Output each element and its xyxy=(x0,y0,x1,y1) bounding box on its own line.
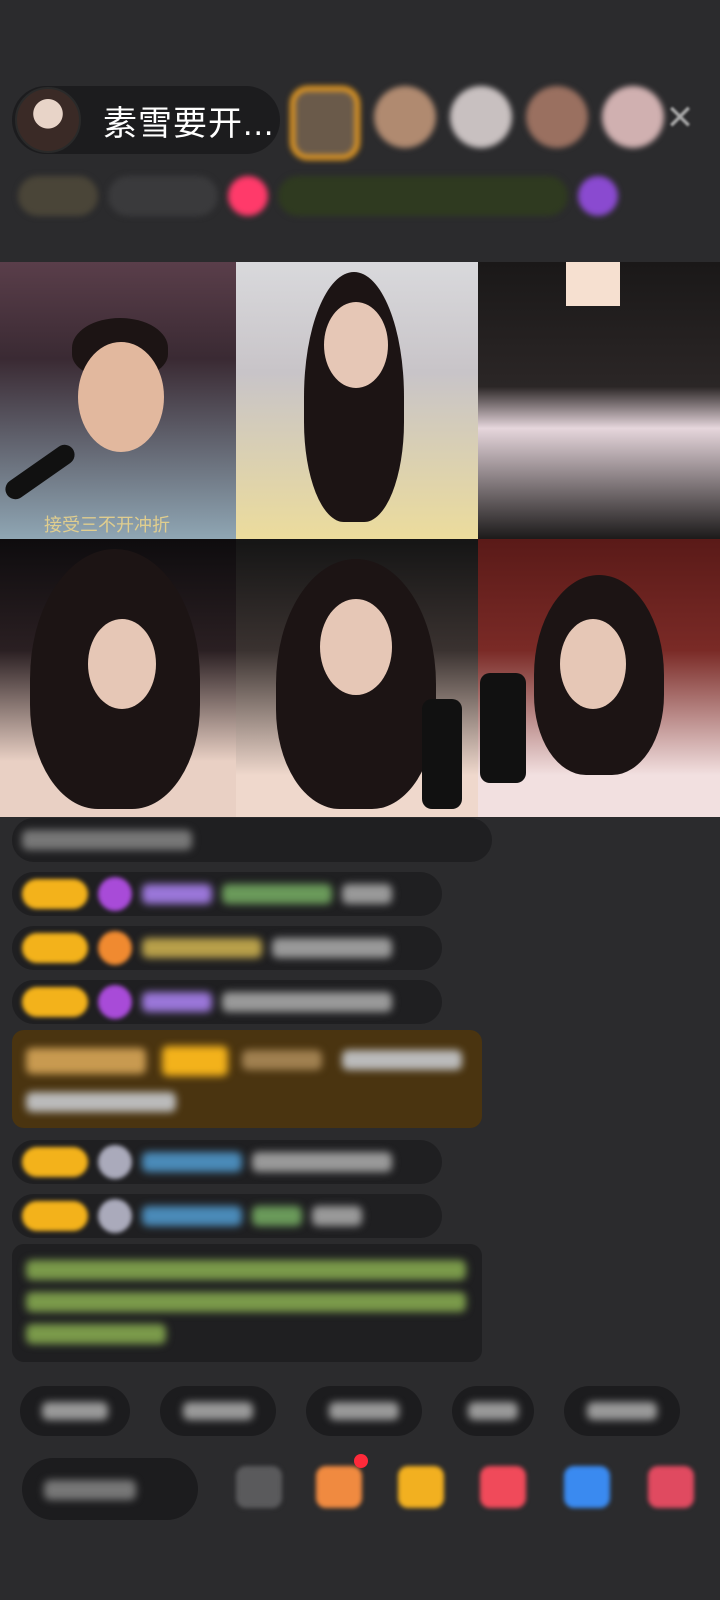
system-notice xyxy=(12,1244,482,1362)
host-avatar-icon[interactable] xyxy=(15,87,81,153)
live-indicator-icon[interactable] xyxy=(228,176,268,216)
video-cell-5[interactable] xyxy=(236,539,478,817)
viewer-avatar[interactable] xyxy=(290,86,360,160)
chat-text xyxy=(222,992,392,1012)
gift-message[interactable] xyxy=(12,1030,482,1128)
chat-message[interactable] xyxy=(12,980,442,1024)
video-cell-6[interactable] xyxy=(478,539,720,817)
video-cell-4[interactable] xyxy=(0,539,236,817)
info-row xyxy=(18,172,702,220)
quick-reply-chip[interactable] xyxy=(564,1386,680,1436)
rank-chip[interactable] xyxy=(18,176,98,216)
level-badge xyxy=(22,1147,88,1177)
chat-text xyxy=(22,830,192,850)
host-info-pill[interactable]: 素雪要开... xyxy=(12,86,280,154)
gift-box-icon[interactable] xyxy=(398,1466,444,1508)
chat-text xyxy=(252,1206,302,1226)
chat-message[interactable] xyxy=(12,872,442,916)
gift-badge xyxy=(162,1046,228,1076)
chat-message[interactable] xyxy=(12,818,492,862)
viewer-avatar-list[interactable] xyxy=(290,86,664,160)
user-avatar-icon xyxy=(98,1145,132,1179)
message-icon[interactable] xyxy=(564,1466,610,1508)
viewer-avatar[interactable] xyxy=(450,86,512,148)
notice-text xyxy=(26,1260,466,1280)
microphone-icon xyxy=(422,699,462,809)
multi-guest-video-grid: 接受三不开冲折 xyxy=(0,262,720,817)
guest-face xyxy=(324,302,388,388)
video-caption: 接受三不开冲折 xyxy=(44,515,170,535)
viewer-avatar[interactable] xyxy=(526,86,588,148)
quick-reply-chip[interactable] xyxy=(160,1386,276,1436)
notification-dot xyxy=(354,1454,368,1468)
chat-text xyxy=(272,938,392,958)
comment-input[interactable] xyxy=(22,1458,198,1520)
chat-username xyxy=(142,992,212,1012)
chat-message[interactable] xyxy=(12,1140,442,1184)
level-badge xyxy=(22,933,88,963)
level-badge xyxy=(22,1201,88,1231)
hour-rank-chip[interactable] xyxy=(108,176,218,216)
viewer-avatar[interactable] xyxy=(374,86,436,148)
video-cell-1[interactable]: 接受三不开冲折 xyxy=(0,262,236,539)
guest-face xyxy=(560,619,626,709)
chat-text xyxy=(342,1050,462,1070)
diamond-icon xyxy=(98,985,132,1019)
gift-icon[interactable] xyxy=(316,1466,362,1508)
user-avatar-icon xyxy=(98,1199,132,1233)
notice-text xyxy=(26,1324,166,1344)
chat-username xyxy=(142,1152,242,1172)
viewer-avatar[interactable] xyxy=(602,86,664,148)
chat-text xyxy=(26,1092,176,1112)
chat-username xyxy=(142,1206,242,1226)
close-icon[interactable]: ✕ xyxy=(660,98,700,138)
guest-face xyxy=(88,619,156,709)
chat-username xyxy=(142,884,212,904)
heart-gift-icon[interactable] xyxy=(480,1466,526,1508)
bottom-toolbar xyxy=(0,1452,720,1532)
video-cell-3[interactable] xyxy=(478,262,720,539)
chat-text xyxy=(222,884,332,904)
notice-text xyxy=(26,1292,466,1312)
level-badge xyxy=(22,987,88,1017)
microphone-icon xyxy=(1,440,79,504)
guest-face xyxy=(320,599,392,695)
level-badge xyxy=(22,879,88,909)
box-icon[interactable] xyxy=(236,1466,282,1508)
guest-face xyxy=(78,342,164,452)
announcement-chip[interactable] xyxy=(278,176,568,216)
quick-reply-chip[interactable] xyxy=(20,1386,130,1436)
lamp-icon xyxy=(566,262,620,306)
chat-username xyxy=(242,1050,322,1070)
chat-text xyxy=(252,1152,392,1172)
quick-reply-chip[interactable] xyxy=(452,1386,534,1436)
more-icon[interactable] xyxy=(578,176,618,216)
chat-text xyxy=(342,884,392,904)
quick-reply-row xyxy=(20,1386,680,1436)
chat-message[interactable] xyxy=(12,1194,442,1238)
fan-club-icon xyxy=(98,931,132,965)
chat-username xyxy=(142,938,262,958)
chat-message[interactable] xyxy=(12,926,442,970)
more-apps-icon[interactable] xyxy=(648,1466,694,1508)
diamond-icon xyxy=(98,877,132,911)
microphone-icon xyxy=(480,673,526,783)
quick-reply-chip[interactable] xyxy=(306,1386,422,1436)
video-cell-2[interactable] xyxy=(236,262,478,539)
gift-badge xyxy=(26,1048,146,1074)
host-name: 素雪要开... xyxy=(103,104,275,143)
chat-text xyxy=(312,1206,362,1226)
